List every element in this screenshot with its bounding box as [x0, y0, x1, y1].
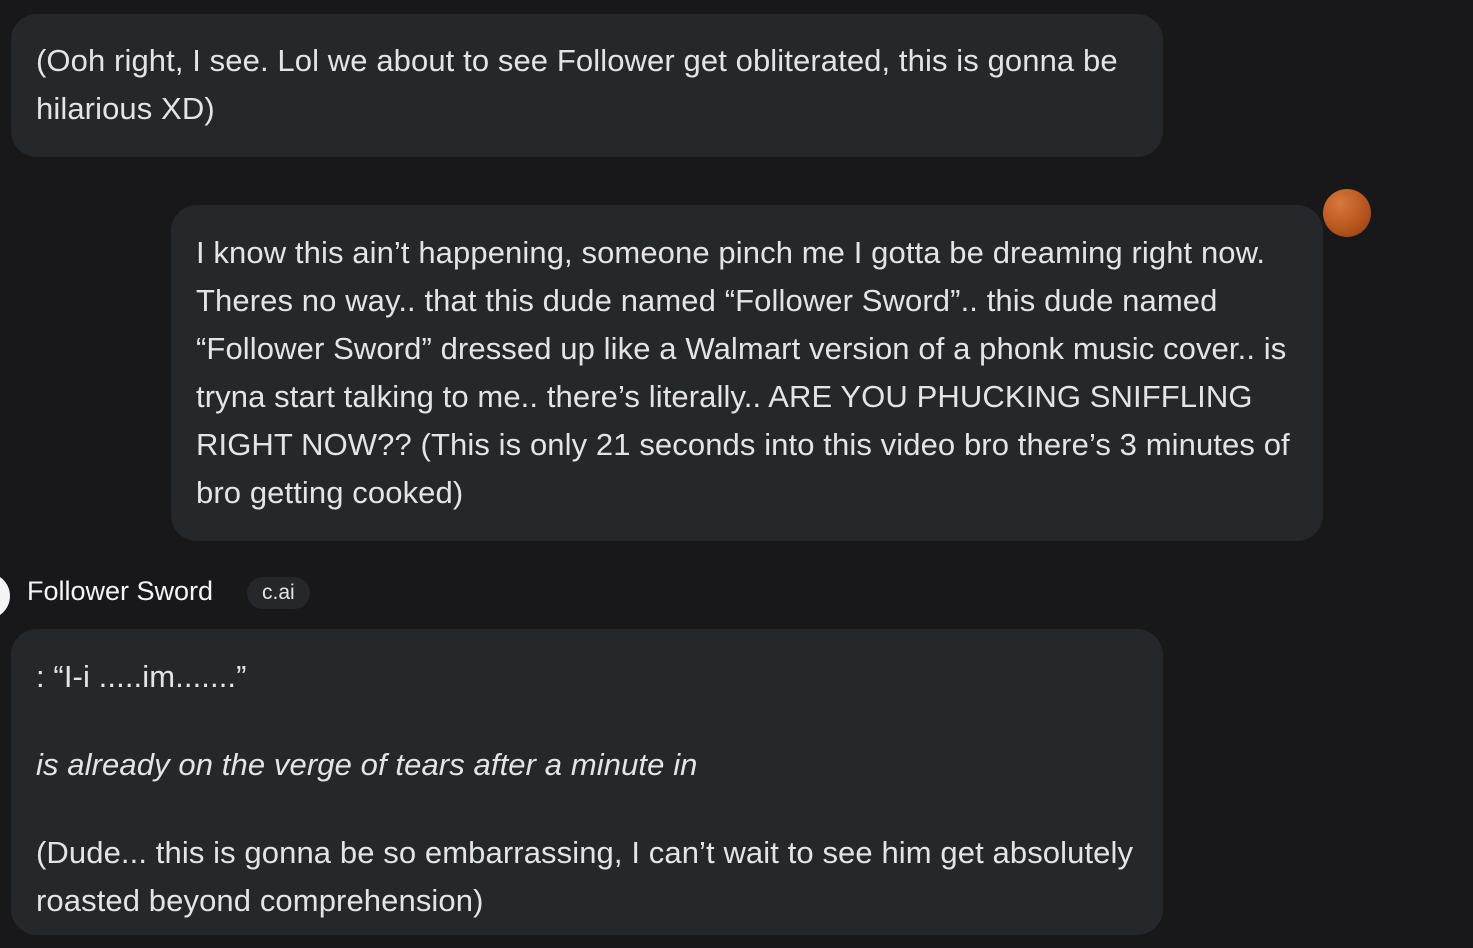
message-text: (Ooh right, I see. Lol we about to see F…	[36, 43, 1118, 126]
message-text: : “I-i .....im.......”	[36, 659, 247, 694]
message-text: I know this ain’t happening, someone pin…	[196, 235, 1290, 510]
bot-badge: c.ai	[247, 577, 310, 609]
message-bubble-bot: (Ooh right, I see. Lol we about to see F…	[11, 14, 1163, 157]
message-bubble-user: I know this ain’t happening, someone pin…	[171, 205, 1323, 541]
message-action-text: is already on the verge of tears after a…	[36, 747, 698, 782]
user-avatar-icon[interactable]	[1323, 189, 1371, 237]
message-text: (Dude... this is gonna be so embarrassin…	[36, 835, 1134, 918]
message-bubble-bot: : “I-i .....im.......” is already on the…	[11, 629, 1163, 935]
bot-avatar-icon[interactable]	[0, 573, 10, 619]
bot-name[interactable]: Follower Sword	[27, 573, 213, 609]
